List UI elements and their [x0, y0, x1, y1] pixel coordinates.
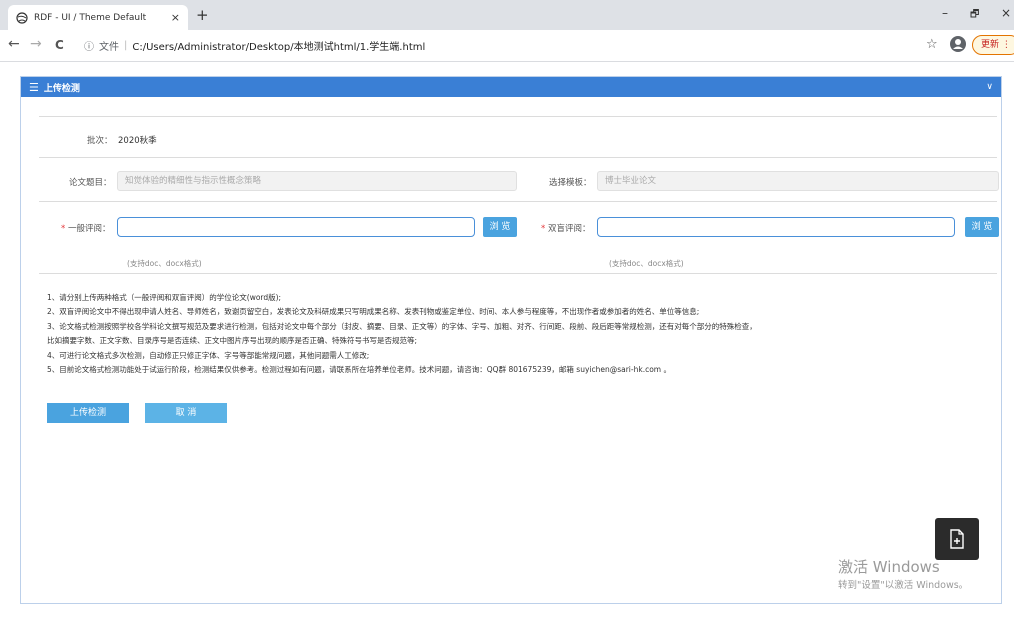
required-mark: *: [541, 224, 546, 234]
forward-icon[interactable]: →: [30, 36, 42, 52]
thesis-title-label: 论文题目：: [69, 178, 112, 188]
windows-activation-hint: 转到"设置"以激活 Windows。: [838, 580, 969, 591]
batch-label: 批次：: [87, 136, 113, 146]
close-window-icon[interactable]: ×: [1001, 6, 1011, 20]
minimize-icon[interactable]: –: [942, 6, 948, 20]
profile-avatar[interactable]: [950, 36, 966, 52]
person-icon: [953, 39, 963, 49]
back-icon[interactable]: ←: [8, 36, 20, 52]
upload-panel: ☰ 上传检测 ∨ 批次： 2020秋季 论文题目： 知觉体验的精细性与指示性概念…: [20, 76, 1002, 604]
new-tab-button[interactable]: +: [196, 6, 209, 24]
divider: [39, 116, 997, 117]
required-mark: *: [61, 224, 66, 234]
info-icon[interactable]: ⓘ: [84, 38, 94, 53]
tab-title: RDF - UI / Theme Default: [34, 12, 147, 23]
new-document-button[interactable]: [935, 518, 979, 560]
instruction-item: 比如摘要字数、正文字数、目录序号是否连续、正文中图片序号出现的顺序是否正确、特殊…: [47, 336, 418, 346]
url-separator: |: [124, 39, 128, 51]
add-file-icon: [950, 529, 964, 549]
panel-header: ☰ 上传检测 ∨: [21, 77, 1001, 97]
file-scheme-label: 文件: [99, 41, 119, 53]
general-browse-button[interactable]: 浏 览: [483, 217, 517, 237]
browser-tab[interactable]: RDF - UI / Theme Default ×: [8, 5, 188, 30]
general-review-file-input[interactable]: [117, 217, 475, 237]
browser-tab-bar: RDF - UI / Theme Default × + – 🗗 ×: [0, 0, 1014, 30]
blind-browse-button[interactable]: 浏 览: [965, 217, 999, 237]
instruction-item: 3、论文格式检测按照学校各学科论文撰写规范及要求进行检测，包括对论文中每个部分（…: [47, 321, 757, 331]
instruction-item: 1、请分别上传两种格式（一般评阅和双盲评阅）的学位论文(word版);: [47, 293, 282, 302]
blind-review-label: * 双盲评阅：: [541, 222, 590, 234]
panel-title: 上传检测: [43, 83, 80, 94]
windows-activation-title: 激活 Windows: [838, 558, 940, 576]
batch-value: 2020秋季: [118, 136, 157, 146]
cancel-button[interactable]: 取 消: [145, 403, 227, 423]
thesis-title-field: 知觉体验的精细性与指示性概念策略: [117, 171, 517, 191]
divider: [39, 273, 997, 274]
template-field: 博士毕业论文: [597, 171, 999, 191]
tab-close-icon[interactable]: ×: [171, 11, 180, 24]
globe-icon: [16, 11, 28, 24]
url-text[interactable]: C:/Users/Administrator/Desktop/本地测试html/…: [132, 38, 425, 53]
instruction-item: 5、目前论文格式检测功能处于试运行阶段，检测结果仅供参考。检测过程如有问题，请联…: [47, 365, 671, 375]
general-review-text: 一般评阅：: [67, 224, 111, 234]
reload-icon[interactable]: C: [55, 38, 64, 52]
divider: [39, 201, 997, 202]
menu-icon[interactable]: ☰: [29, 81, 39, 94]
url-field[interactable]: ⓘ 文件 | C:/Users/Administrator/Desktop/本地…: [84, 34, 920, 56]
maximize-icon[interactable]: 🗗: [970, 7, 979, 24]
bookmark-star-icon[interactable]: ☆: [926, 37, 938, 52]
blind-review-text: 双盲评阅：: [547, 224, 591, 234]
chevron-down-icon[interactable]: ∨: [986, 82, 993, 92]
blind-review-file-input[interactable]: [597, 217, 955, 237]
template-label: 选择模板：: [549, 178, 592, 188]
upload-check-button[interactable]: 上传检测: [47, 403, 129, 423]
instruction-item: 4、可进行论文格式多次检测，自动修正只修正字体、字号等部能常规问题，其他问题需人…: [47, 350, 370, 360]
general-review-label: * 一般评阅：: [61, 222, 110, 234]
update-button[interactable]: 更新 ⋮: [972, 35, 1014, 55]
divider: [39, 157, 997, 158]
general-format-hint: (支持doc、docx格式): [127, 259, 202, 268]
blind-format-hint: (支持doc、docx格式): [609, 259, 684, 268]
instructions-list: 1、请分别上传两种格式（一般评阅和双盲评阅）的学位论文(word版); 2、双盲…: [47, 291, 757, 377]
address-bar: ← → C ⓘ 文件 | C:/Users/Administrator/Desk…: [0, 30, 1014, 62]
instruction-item: 2、双盲评阅论文中不得出现申请人姓名、导师姓名，致谢页留空白，发表论文及科研成果…: [47, 307, 700, 317]
